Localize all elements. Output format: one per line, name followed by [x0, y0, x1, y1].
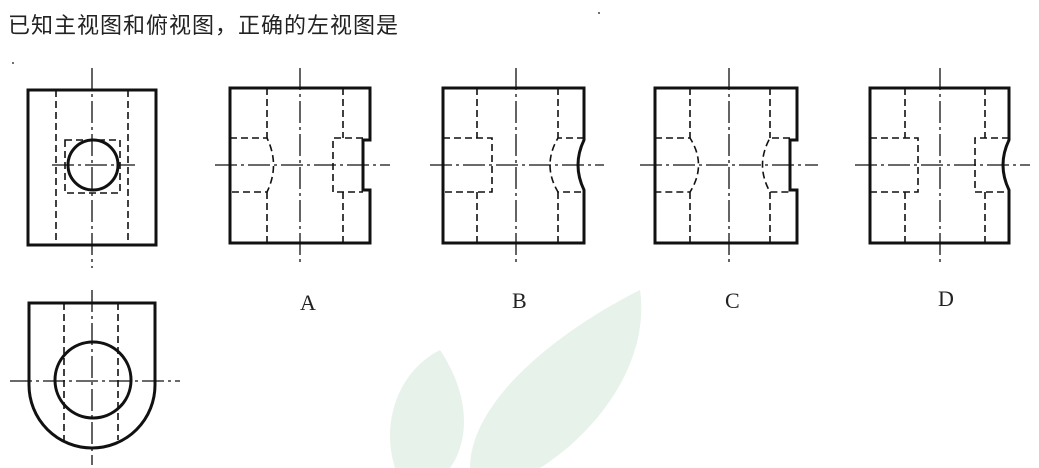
technical-drawing	[10, 68, 1030, 468]
option-d-view	[855, 68, 1030, 262]
option-c-view	[640, 68, 818, 262]
front-view	[26, 68, 158, 268]
option-a-view	[215, 68, 390, 262]
option-d-label: D	[938, 286, 954, 311]
option-b-view	[430, 68, 604, 262]
watermark	[390, 290, 642, 468]
option-b-label: B	[512, 288, 527, 313]
top-view	[10, 290, 180, 465]
option-a-label: A	[300, 290, 316, 315]
option-c-label: C	[725, 288, 740, 313]
